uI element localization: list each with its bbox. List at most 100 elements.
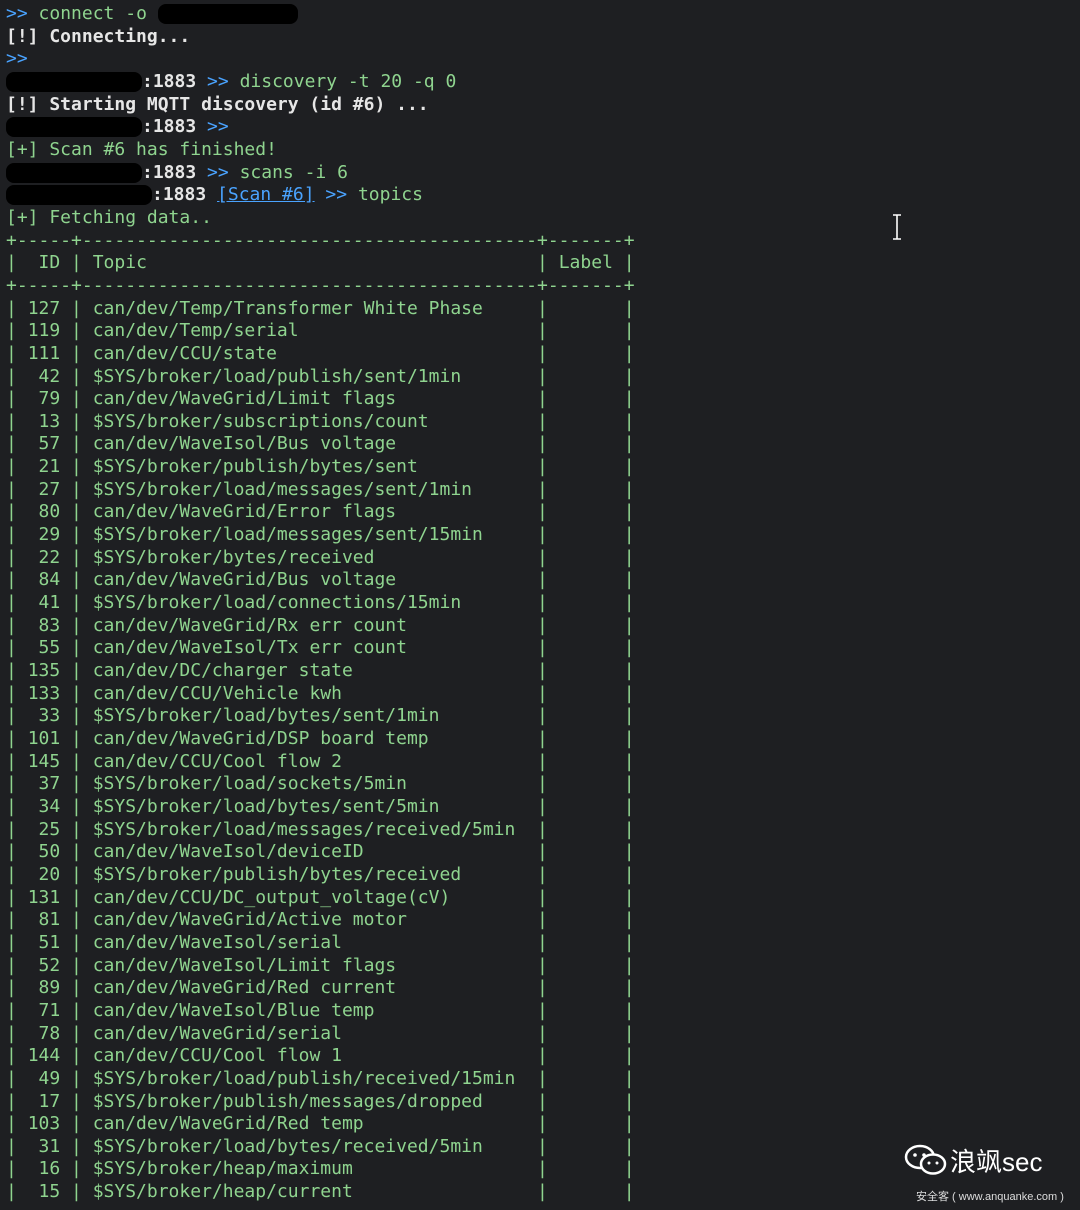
row-topic: can/dev/WaveGrid/Active motor — [92, 909, 407, 931]
row-id: 84 — [38, 569, 61, 591]
row-id: 57 — [38, 433, 61, 455]
row-id: 42 — [38, 365, 61, 387]
row-topic: $SYS/broker/heap/maximum — [92, 1158, 353, 1180]
row-topic: can/dev/CCU/state — [92, 342, 277, 364]
host-port: :1883 — [142, 70, 197, 92]
watermark-title: 浪飒sec — [950, 1147, 1043, 1177]
header-id: ID — [38, 252, 61, 274]
host-port: :1883 — [142, 116, 197, 138]
table-row: | 144 | can/dev/CCU/Cool flow 1 | | — [6, 1045, 635, 1067]
table-row: | 119 | can/dev/Temp/serial | | — [6, 320, 635, 342]
row-id: 50 — [38, 841, 61, 863]
wechat-icon — [904, 1144, 947, 1175]
table-row: | 145 | can/dev/CCU/Cool flow 2 | | — [6, 750, 635, 772]
row-topic: $SYS/broker/load/messages/sent/15min — [92, 524, 483, 546]
row-id: 71 — [38, 999, 61, 1021]
table-row: | 21 | $SYS/broker/publish/bytes/sent | | — [6, 456, 635, 478]
row-id: 83 — [38, 614, 61, 636]
topics-command: topics — [357, 184, 423, 206]
row-topic: $SYS/broker/heap/current — [92, 1181, 353, 1203]
table-border-mid: +-----+---------------------------------… — [6, 274, 635, 296]
text-cursor-icon — [893, 214, 901, 240]
redacted-host — [6, 162, 142, 183]
table-row: | 25 | $SYS/broker/load/messages/receive… — [6, 818, 635, 840]
prompt-symbol: >> — [6, 3, 28, 24]
redacted-host — [157, 4, 298, 24]
row-id: 144 — [27, 1045, 61, 1067]
prompt-symbol: >> — [6, 48, 28, 70]
table-row: | 51 | can/dev/WaveIsol/serial | | — [6, 931, 635, 953]
prompt-symbol: >> — [325, 184, 348, 206]
row-id: 21 — [38, 456, 61, 478]
row-id: 22 — [38, 546, 61, 568]
row-id: 37 — [38, 773, 61, 795]
row-topic: can/dev/WaveGrid/DSP board temp — [92, 728, 429, 749]
row-topic: $SYS/broker/subscriptions/count — [92, 410, 429, 432]
host-port: :1883 — [152, 184, 207, 206]
table-row: | 133 | can/dev/CCU/Vehicle kwh | | — [6, 682, 635, 704]
table-row: | 33 | $SYS/broker/load/bytes/sent/1min |… — [6, 705, 635, 727]
discovery-message: [!] Starting MQTT discovery (id #6) ... — [6, 93, 429, 115]
redacted-host — [6, 71, 142, 92]
row-topic: can/dev/WaveIsol/Blue temp — [92, 999, 375, 1021]
row-topic: can/dev/WaveGrid/Error flags — [92, 501, 397, 523]
row-id: 145 — [27, 750, 61, 772]
row-id: 78 — [38, 1022, 61, 1044]
table-row: | 103 | can/dev/WaveGrid/Red temp | | — [6, 1113, 635, 1135]
row-id: 25 — [38, 818, 61, 840]
table-row: | 27 | $SYS/broker/load/messages/sent/1m… — [6, 478, 635, 500]
row-id: 127 — [27, 297, 61, 319]
row-topic: can/dev/WaveIsol/deviceID — [92, 841, 364, 863]
table-row: | 135 | can/dev/DC/charger state | | — [6, 660, 635, 682]
row-topic: can/dev/CCU/DC_output_voltage(cV) — [92, 886, 451, 908]
row-topic: can/dev/WaveGrid/Bus voltage — [92, 569, 397, 591]
row-id: 52 — [38, 954, 61, 976]
table-row: | 57 | can/dev/WaveIsol/Bus voltage | | — [6, 433, 635, 455]
row-topic: can/dev/CCU/Cool flow 2 — [92, 750, 342, 772]
row-topic: $SYS/broker/load/bytes/sent/1min — [92, 705, 440, 727]
row-id: 41 — [38, 592, 61, 614]
prompt-symbol: >> — [207, 161, 229, 183]
table-row: | 101 | can/dev/WaveGrid/DSP board temp |… — [6, 728, 635, 749]
row-id: 13 — [38, 410, 61, 432]
table-row: | 17 | $SYS/broker/publish/messages/drop… — [6, 1090, 635, 1112]
table-row: | 42 | $SYS/broker/load/publish/sent/1mi… — [6, 365, 635, 387]
table-row: | 71 | can/dev/WaveIsol/Blue temp | | — [6, 999, 635, 1021]
row-id: 17 — [38, 1090, 61, 1112]
row-topic: $SYS/broker/publish/bytes/received — [92, 863, 462, 885]
row-topic: can/dev/Temp/serial — [92, 320, 299, 342]
row-topic: $SYS/broker/load/publish/received/15min — [92, 1067, 516, 1089]
row-topic: $SYS/broker/load/bytes/received/5min — [92, 1135, 483, 1157]
row-topic: can/dev/WaveIsol/serial — [92, 931, 342, 953]
row-topic: can/dev/CCU/Vehicle kwh — [92, 682, 342, 704]
scan-context-link[interactable]: [Scan #6] — [217, 184, 315, 205]
row-topic: can/dev/WaveGrid/Red temp — [92, 1113, 364, 1135]
scans-command: scans -i 6 — [239, 161, 348, 183]
row-id: 89 — [38, 977, 61, 999]
table-row: | 29 | $SYS/broker/load/messages/sent/15… — [6, 524, 635, 546]
row-topic: $SYS/broker/load/publish/sent/1min — [92, 365, 462, 387]
row-topic: can/dev/WaveIsol/Bus voltage — [92, 433, 397, 455]
table-header: | ID | Topic | Label | — [6, 252, 635, 274]
prompt-symbol: >> — [207, 70, 229, 92]
terminal-output[interactable]: >> connect -o [!] Connecting... >> :1883… — [6, 3, 1080, 1204]
scan-finished-message: [+] Scan #6 has finished! — [6, 138, 277, 160]
table-border-top: +-----+---------------------------------… — [6, 229, 635, 251]
row-id: 20 — [38, 863, 61, 885]
table-row: | 84 | can/dev/WaveGrid/Bus voltage | | — [6, 569, 635, 591]
connect-line: >> connect -o — [6, 3, 1080, 26]
table-row: | 127 | can/dev/Temp/Transformer White P… — [6, 297, 635, 319]
row-topic: can/dev/WaveGrid/serial — [92, 1022, 342, 1044]
table-row: | 37 | $SYS/broker/load/sockets/5min | | — [6, 773, 635, 795]
prompt-symbol: >> — [207, 116, 229, 138]
table-row: | 89 | can/dev/WaveGrid/Red current | | — [6, 977, 635, 999]
discovery-line: :1883 >> discovery -t 20 -q 0 — [6, 71, 1080, 94]
row-topic: can/dev/Temp/Transformer White Phase — [92, 297, 483, 319]
row-topic: can/dev/WaveIsol/Limit flags — [92, 954, 397, 976]
row-topic: $SYS/broker/load/connections/15min — [92, 592, 462, 614]
empty-prompt-line: >> — [6, 48, 1080, 71]
row-topic: can/dev/WaveGrid/Rx err count — [92, 614, 407, 636]
table-row: | 13 | $SYS/broker/subscriptions/count | … — [6, 410, 635, 432]
discovery-command: discovery -t 20 -q 0 — [239, 70, 457, 92]
table-row: | 49 | $SYS/broker/load/publish/received… — [6, 1067, 635, 1089]
